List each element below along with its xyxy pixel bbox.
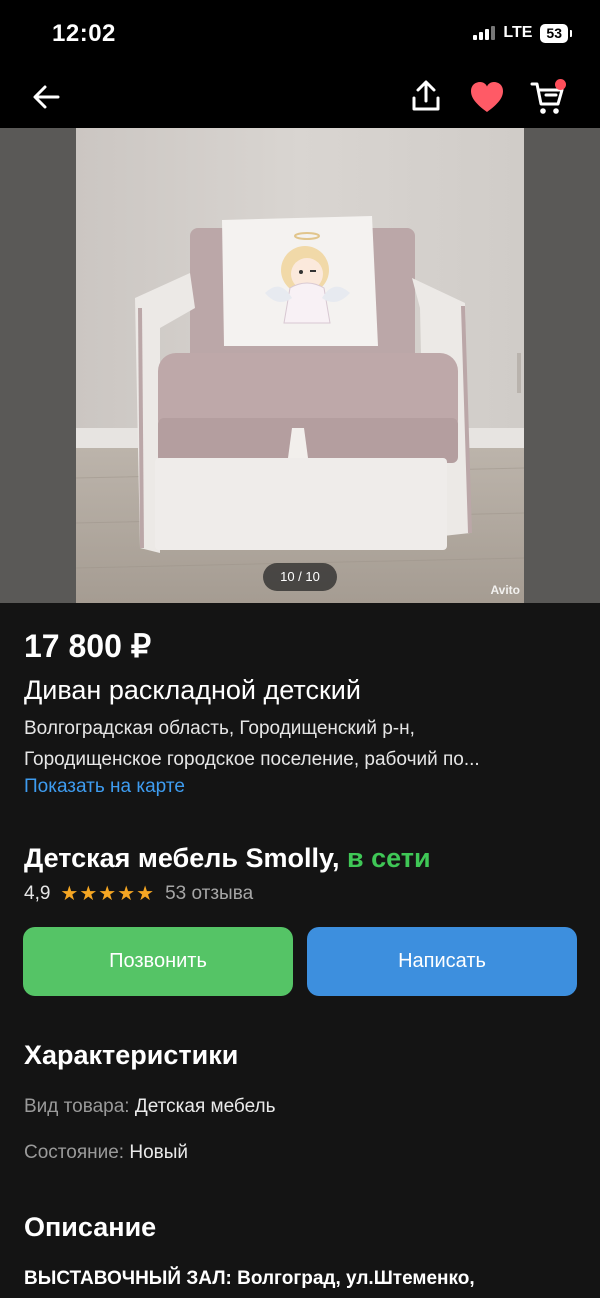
photo-gallery[interactable]: 10 / 10 Avito xyxy=(0,128,600,603)
listing-address: Волгоградская область, Городищенский р-н… xyxy=(24,713,584,775)
top-app-bar xyxy=(0,66,600,128)
favorite-button[interactable] xyxy=(466,77,508,117)
rating-value: 4,9 xyxy=(24,882,51,904)
status-time: 12:02 xyxy=(52,20,116,47)
spec-value: Новый xyxy=(129,1142,189,1163)
description-text: ВЫСТАВОЧНЫЙ ЗАЛ: Волгоград, ул.Штеменко, xyxy=(24,1268,475,1289)
seller-name: Детская мебель Smolly, xyxy=(24,843,340,873)
photo-counter: 10 / 10 xyxy=(263,563,337,591)
share-button[interactable] xyxy=(406,76,446,116)
spec-value: Детская мебель xyxy=(134,1096,276,1117)
reviews-count: 53 отзыва xyxy=(165,882,254,904)
spec-key: Состояние: xyxy=(24,1142,125,1163)
avito-watermark: Avito xyxy=(490,583,520,597)
online-status: в сети xyxy=(347,843,431,873)
battery-icon: 53 xyxy=(540,23,572,43)
back-button[interactable] xyxy=(28,80,64,114)
write-message-button[interactable]: Написать xyxy=(307,927,577,996)
listing-price: 17 800 ₽ xyxy=(24,628,152,664)
description-title: Описание xyxy=(24,1212,157,1242)
sofa-photo xyxy=(0,128,600,603)
characteristics-title: Характеристики xyxy=(24,1040,239,1070)
heart-icon xyxy=(471,82,503,112)
signal-icon xyxy=(473,26,496,40)
cart-badge xyxy=(555,79,566,90)
status-indicators: LTE 53 xyxy=(473,22,572,44)
show-on-map-link[interactable]: Показать на карте xyxy=(24,776,185,798)
address-line: Городищенское городское поселение, рабоч… xyxy=(24,749,480,770)
call-button[interactable]: Позвонить xyxy=(23,927,293,996)
seller-name-row[interactable]: Детская мебель Smolly, в сети xyxy=(24,843,431,874)
cart-button[interactable] xyxy=(526,76,570,118)
arrow-left-icon xyxy=(33,85,60,109)
seller-rating[interactable]: 4,9 ★★★★★ 53 отзыва xyxy=(24,881,253,906)
spec-row: Вид товара: Детская мебель xyxy=(24,1096,276,1118)
address-line: Волгоградская область, Городищенский р-н… xyxy=(24,718,415,739)
network-type: LTE xyxy=(503,24,533,41)
status-bar: 12:02 LTE 53 xyxy=(0,0,600,66)
spec-key: Вид товара: xyxy=(24,1096,130,1117)
rating-stars-icon: ★★★★★ xyxy=(60,883,156,905)
listing-title: Диван раскладной детский xyxy=(24,675,361,705)
spec-row: Состояние: Новый xyxy=(24,1142,188,1164)
share-icon xyxy=(412,80,440,111)
